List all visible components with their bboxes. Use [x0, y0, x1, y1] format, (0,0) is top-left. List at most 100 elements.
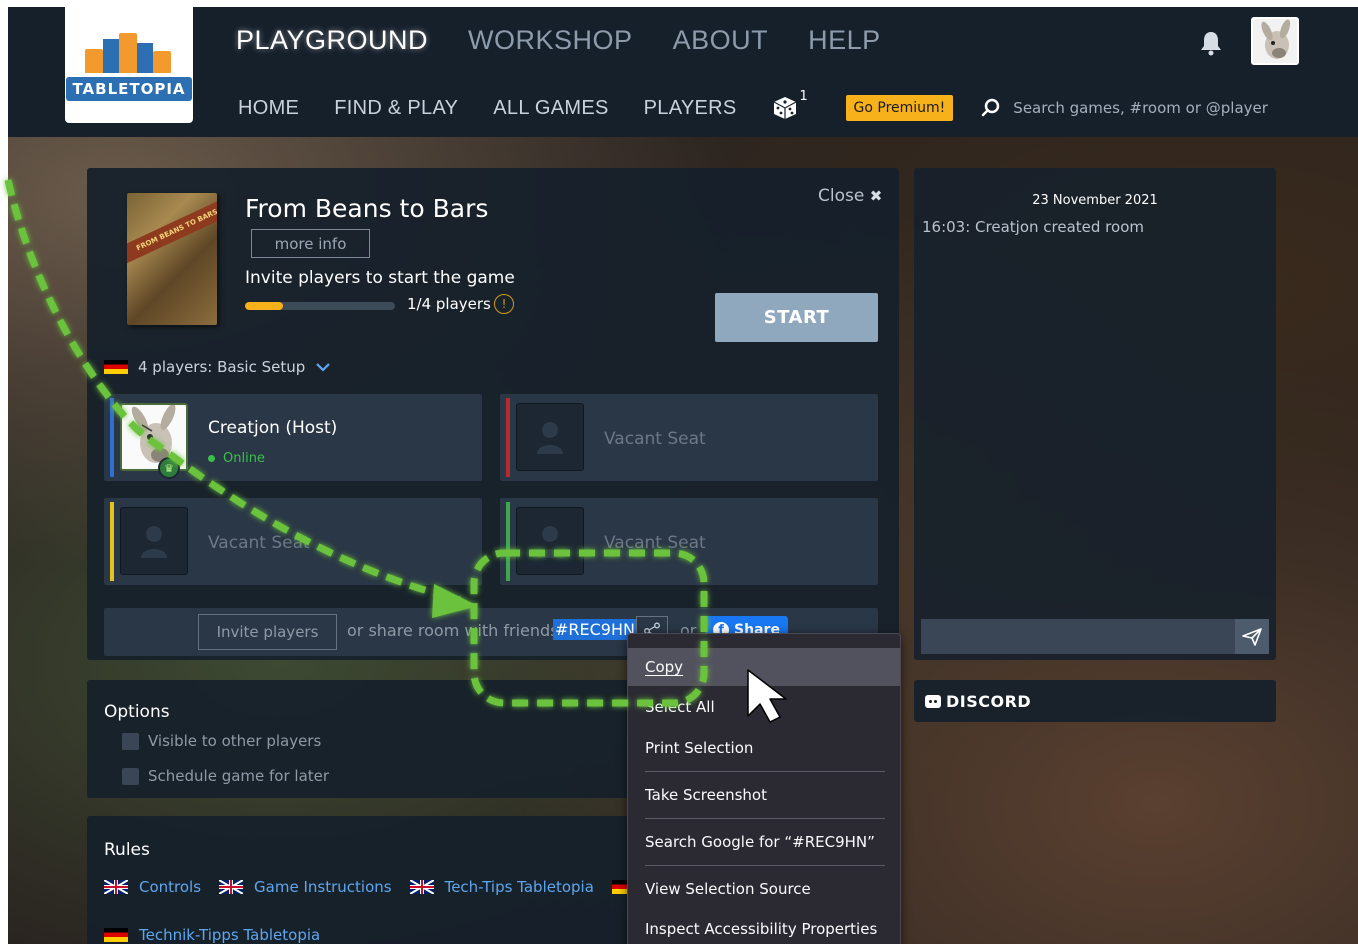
- subnav-home[interactable]: HOME: [238, 97, 299, 120]
- menu-item-inspect-accessibility[interactable]: Inspect Accessibility Properties: [628, 910, 900, 944]
- more-info-button[interactable]: more info: [251, 229, 370, 258]
- subnav-find-play[interactable]: FIND & PLAY: [334, 97, 458, 120]
- close-icon: ✖: [869, 187, 883, 205]
- menu-item-select-all[interactable]: Select All: [628, 688, 900, 726]
- site-header: TABLETOPIA PLAYGROUND WORKSHOP ABOUT HEL…: [8, 7, 1358, 137]
- seat-vacant[interactable]: Vacant Seat: [500, 498, 878, 585]
- rules-link-technik-tipps[interactable]: Technik-Tipps Tabletopia: [104, 926, 320, 944]
- menu-label: Copy: [645, 658, 684, 676]
- menu-item-print-selection[interactable]: Print Selection: [628, 729, 900, 767]
- game-box-art[interactable]: FROM BEANS TO BARS: [127, 193, 217, 325]
- topnav-playground[interactable]: PLAYGROUND: [236, 25, 428, 56]
- menu-label: Inspect Accessibility Properties: [645, 920, 878, 938]
- close-label: Close: [818, 186, 865, 206]
- uk-flag-icon: [219, 880, 244, 894]
- box-art-title: FROM BEANS TO BARS: [127, 196, 217, 264]
- chevron-down-icon: [316, 363, 331, 372]
- menu-label: Search Google for “#REC9HN”: [645, 833, 875, 851]
- menu-separator: [645, 865, 885, 866]
- link-label: Controls: [139, 878, 202, 896]
- send-button[interactable]: [1235, 619, 1269, 654]
- menu-label: Select All: [645, 698, 715, 716]
- invite-players-button[interactable]: Invite players: [198, 614, 337, 650]
- person-placeholder-icon: [537, 526, 563, 558]
- progress-fill: [245, 302, 283, 310]
- seat-color-stripe: [110, 502, 114, 581]
- german-flag-icon: [104, 928, 128, 942]
- menu-item-view-selection-source[interactable]: View Selection Source: [628, 870, 900, 908]
- discord-icon: [925, 694, 941, 708]
- topnav-workshop[interactable]: WORKSHOP: [468, 25, 633, 56]
- chat-message: 16:03: Creatjon created room: [922, 218, 1144, 236]
- seat-player-name: Creatjon (Host): [208, 418, 338, 438]
- menu-item-take-screenshot[interactable]: Take Screenshot: [628, 776, 900, 814]
- rules-links: Controls Game Instructions Tech-Tips Tab…: [104, 878, 664, 896]
- send-icon: [1242, 627, 1262, 646]
- players-count: 1/4 players: [407, 295, 491, 313]
- players-progress-bar: [245, 302, 395, 310]
- tabletopia-logo[interactable]: TABLETOPIA: [65, 7, 193, 123]
- seat-label: Vacant Seat: [604, 429, 706, 449]
- visible-to-others-checkbox[interactable]: Visible to other players: [122, 732, 321, 750]
- crown-icon: ♛: [158, 457, 180, 479]
- german-flag-icon: [104, 360, 128, 374]
- link-label: Game Instructions: [254, 878, 392, 896]
- discord-widget[interactable]: DISCORD: [914, 680, 1276, 722]
- seat-host[interactable]: ♛ Creatjon (Host) Online: [104, 394, 482, 481]
- online-status: Online: [208, 451, 265, 466]
- sub-nav: HOME FIND & PLAY ALL GAMES PLAYERS 1 Go …: [238, 89, 1314, 121]
- invite-instructions: Invite players to start the game: [245, 268, 515, 288]
- rules-title: Rules: [104, 840, 150, 860]
- close-button[interactable]: Close ✖: [818, 186, 882, 206]
- user-avatar[interactable]: [1251, 17, 1299, 65]
- schedule-later-checkbox[interactable]: Schedule game for later: [122, 767, 329, 785]
- seat-label: Vacant Seat: [604, 533, 706, 553]
- empty-seat-slot: [120, 507, 188, 575]
- seat-vacant[interactable]: Vacant Seat: [500, 394, 878, 481]
- share-room-text: or share room with friends: [347, 621, 559, 640]
- top-nav: PLAYGROUND WORKSHOP ABOUT HELP: [236, 25, 881, 56]
- checkbox[interactable]: [122, 732, 139, 750]
- option-label: Visible to other players: [148, 732, 322, 750]
- seat-color-stripe: [110, 398, 114, 477]
- seat-vacant[interactable]: Vacant Seat: [104, 498, 482, 585]
- topnav-help[interactable]: HELP: [808, 25, 881, 56]
- go-premium-button[interactable]: Go Premium!: [845, 95, 954, 121]
- status-label: Online: [223, 451, 265, 466]
- dice-icon[interactable]: 1: [772, 89, 808, 121]
- online-dot-icon: [208, 455, 215, 462]
- bell-icon[interactable]: [1198, 29, 1224, 57]
- rules-link-game-instructions[interactable]: Game Instructions: [219, 878, 392, 896]
- room-code-selected[interactable]: #REC9HN: [553, 619, 637, 640]
- person-placeholder-icon: [141, 526, 167, 558]
- subnav-players[interactable]: PLAYERS: [644, 97, 737, 120]
- empty-seat-slot: [516, 403, 584, 471]
- uk-flag-icon: [409, 880, 434, 894]
- empty-seat-slot: [516, 507, 584, 575]
- start-button[interactable]: START: [715, 293, 878, 342]
- subnav-all-games[interactable]: ALL GAMES: [493, 97, 608, 120]
- search-box: [981, 98, 1314, 118]
- rules-link-tech-tips[interactable]: Tech-Tips Tabletopia: [409, 878, 594, 896]
- uk-flag-icon: [104, 880, 128, 894]
- search-input[interactable]: [1013, 99, 1314, 117]
- search-icon[interactable]: [981, 98, 1001, 118]
- seat-label: Vacant Seat: [208, 533, 310, 553]
- rules-link-controls[interactable]: Controls: [104, 878, 201, 896]
- context-menu: Copy Select All Print Selection Take Scr…: [627, 633, 901, 944]
- menu-item-search-google[interactable]: Search Google for “#REC9HN”: [628, 823, 900, 861]
- setup-label: 4 players: Basic Setup: [138, 358, 306, 376]
- chat-panel: 23 November 2021 16:03: Creatjon created…: [914, 168, 1276, 660]
- setup-selector[interactable]: 4 players: Basic Setup: [104, 358, 331, 376]
- checkbox[interactable]: [122, 767, 139, 785]
- menu-label: Take Screenshot: [645, 786, 767, 804]
- discord-label: DISCORD: [946, 691, 1032, 711]
- menu-separator: [645, 771, 885, 772]
- topnav-about[interactable]: ABOUT: [673, 25, 769, 56]
- chat-input[interactable]: [921, 619, 1235, 654]
- menu-item-copy[interactable]: Copy: [628, 648, 900, 686]
- person-placeholder-icon: [537, 422, 563, 454]
- seat-color-stripe: [506, 398, 510, 477]
- logo-text: TABLETOPIA: [66, 77, 192, 101]
- warning-icon[interactable]: !: [494, 294, 514, 314]
